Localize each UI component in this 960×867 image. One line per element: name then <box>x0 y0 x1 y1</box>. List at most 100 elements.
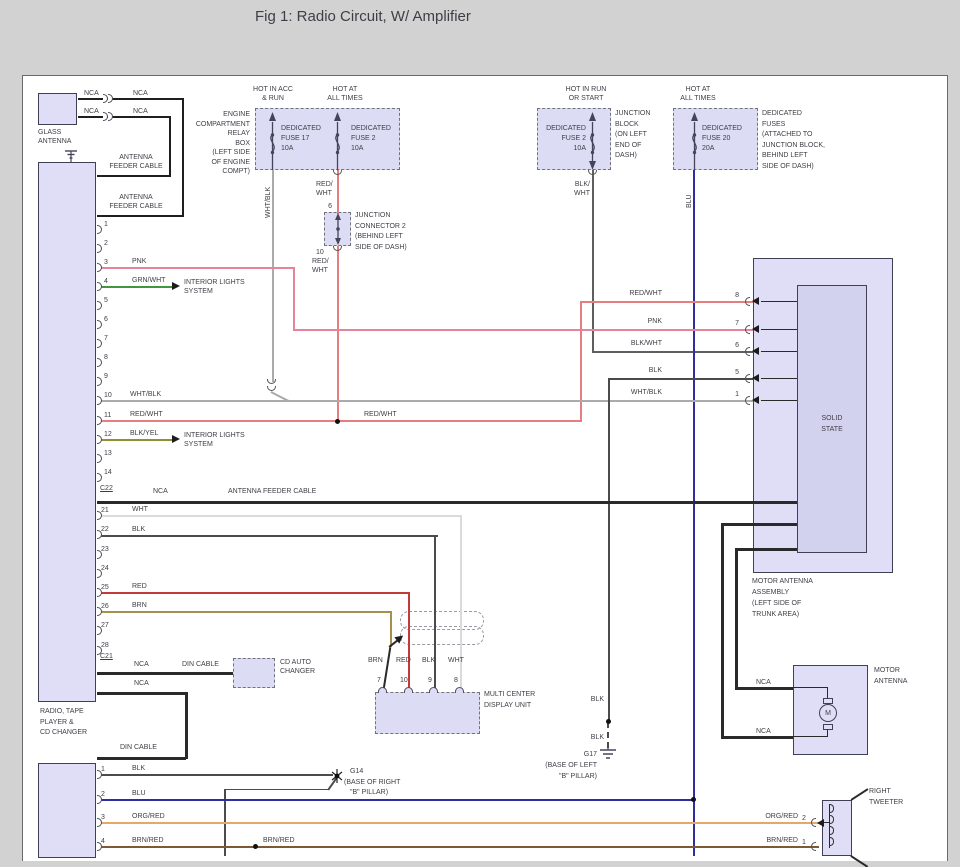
wire-label: BLK <box>132 765 146 772</box>
arrow-left-icon <box>752 374 759 382</box>
wire-pnk <box>293 329 753 331</box>
label-line: "B" PILLAR) <box>350 789 389 796</box>
glass-antenna-box <box>38 93 77 125</box>
antenna-feeder-cable-label: ANTENNA FEEDER CABLE <box>100 153 172 171</box>
wire-label: WHT/BLK <box>630 389 662 396</box>
label-line: WHT <box>312 267 328 274</box>
multi-center-display-label: MULTI CENTER DISPLAY UNIT <box>484 690 535 711</box>
pin-number: 3 <box>101 814 105 821</box>
radio-label: RADIO, TAPE PLAYER & CD CHANGER <box>40 707 87 739</box>
interior-lights-label: INTERIOR LIGHTS SYSTEM <box>184 278 245 296</box>
label-line: SYSTEM <box>184 288 213 295</box>
wire-label: PNK <box>647 318 662 325</box>
label-line: PLAYER & <box>40 718 74 726</box>
wire-nca <box>78 116 171 118</box>
label-line: BOX <box>235 139 250 147</box>
pin-number: 25 <box>101 584 109 591</box>
pin-number: 5 <box>735 369 739 376</box>
antenna-feeder-cable-label: ANTENNA FEEDER CABLE <box>100 193 172 211</box>
label-line: JUNCTION <box>615 110 651 117</box>
wire-feeder-cable <box>97 215 184 217</box>
pin-number: 1 <box>802 839 806 846</box>
label-line: RADIO, TAPE <box>40 708 84 715</box>
pin-number: 10 <box>400 677 408 684</box>
pin-number: 7 <box>377 677 381 684</box>
glass-antenna-label: GLASS ANTENNA <box>38 128 71 146</box>
wire-label: BLK <box>590 696 604 703</box>
pin-number: 22 <box>101 526 109 533</box>
pin-icon <box>811 818 816 827</box>
label-line: ANTENNA <box>119 154 153 161</box>
wire-blk <box>224 789 328 791</box>
pin-icon <box>745 325 750 334</box>
wire-wht <box>97 515 462 517</box>
arrow-left-icon <box>752 347 759 355</box>
label-line: INTERIOR LIGHTS <box>184 432 245 439</box>
multi-center-display-box <box>375 692 480 734</box>
label-line: CONNECTOR 2 <box>355 222 406 230</box>
label-line: JUNCTION BLOCK, <box>762 141 826 149</box>
wire-label: RED/WHT <box>130 411 163 418</box>
wire-red-wht <box>337 246 339 422</box>
junction-connector-2-label: JUNCTION CONNECTOR 2 (BEHIND LEFT SIDE O… <box>355 211 407 253</box>
fuse2-label: DEDICATED FUSE 2 10A <box>351 124 391 154</box>
label-line: BLK/ <box>574 181 590 188</box>
wire-label: NCA <box>84 108 99 115</box>
fuse-icon <box>334 112 341 170</box>
label-line: 20A <box>702 145 715 152</box>
pin-number: 4 <box>104 278 108 285</box>
label-line: (BEHIND LEFT <box>355 233 403 240</box>
pin-number: 12 <box>104 431 112 438</box>
label-line: CHANGER <box>280 668 316 675</box>
label-line: BEHIND LEFT <box>762 152 808 159</box>
wire-label: WHT <box>448 657 464 664</box>
junction-dot <box>691 797 696 802</box>
wire-label: WHT <box>132 506 148 513</box>
wire-blk-dashed <box>607 722 609 748</box>
engine-compartment-relay-box-label: ENGINE COMPARTMENT RELAY BOX (LEFT SIDE … <box>166 110 250 177</box>
pin-number: 2 <box>104 240 108 247</box>
wire-red-wht <box>337 170 339 214</box>
wire-label: NCA <box>134 661 149 668</box>
label-line: (LEFT SIDE <box>212 149 250 156</box>
hot-in-run-label: HOT IN RUN OR START <box>558 85 614 103</box>
wire-red <box>408 592 410 691</box>
arrow-line <box>761 400 797 402</box>
label-line: OR START <box>568 95 604 102</box>
connector-label: C22 <box>100 485 113 492</box>
ground-icon <box>65 150 77 162</box>
wire-pnk <box>293 267 295 331</box>
din-cable-wire <box>185 692 188 759</box>
pin-number: 8 <box>735 292 739 299</box>
label-line: (LEFT SIDE OF <box>752 600 802 607</box>
right-tweeter-label: RIGHT TWEETER <box>869 787 903 808</box>
wire-label: RED <box>396 657 411 664</box>
motor-antenna-label: MOTOR ANTENNA <box>874 666 907 687</box>
label-line: STATE <box>821 426 843 433</box>
label-line: CD CHANGER <box>40 729 88 736</box>
wire-blk <box>608 378 753 380</box>
arrow-line <box>761 301 797 303</box>
pin-number: 6 <box>104 316 108 323</box>
wire-grn-wht <box>97 286 173 288</box>
pin-number: 4 <box>101 838 105 845</box>
antenna-feeder-cable-wire <box>97 501 797 504</box>
motor-lead <box>793 687 828 689</box>
cd-auto-changer-label: CD AUTO CHANGER <box>280 658 315 676</box>
fuse20-label: DEDICATED FUSE 20 20A <box>702 124 742 154</box>
pin-number: 9 <box>428 677 432 684</box>
hot-at-all-times-label: HOT AT ALL TIMES <box>672 85 724 103</box>
label-line: DEDICATED <box>351 125 391 132</box>
wire-label: BRN/RED <box>132 837 164 844</box>
wire-label: DIN CABLE <box>120 744 157 751</box>
wire-label: BRN/RED <box>263 837 295 844</box>
wire-label: NCA <box>756 728 771 735</box>
label-line: ANTENNA <box>38 138 72 145</box>
wire-label: NCA <box>756 679 771 686</box>
label-line: (ON LEFT <box>615 131 647 138</box>
label-line: 10A <box>573 145 586 152</box>
motor-brush-icon <box>823 724 833 730</box>
junction-dot <box>606 719 611 724</box>
label-line: DEDICATED <box>546 125 586 132</box>
wire-label: BLK <box>590 734 604 741</box>
